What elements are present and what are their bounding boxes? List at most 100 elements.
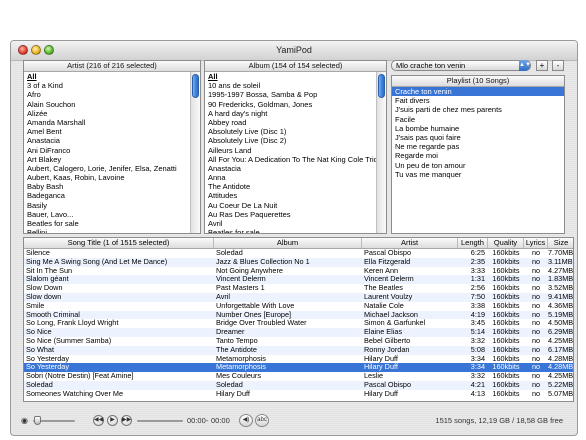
album-list-item[interactable]: Absolutely Live (Disc 2) [205,136,376,145]
playlist-list-item[interactable]: Un peu de ton amour [392,161,564,170]
table-cell: Sit In The Sun [26,266,73,275]
table-row[interactable]: So Nice Dreamer Elaine Elias 5:14 160kbits no… [24,328,573,337]
column-header-3[interactable]: Length [458,238,488,248]
column-header-1[interactable]: Album [214,238,362,248]
remove-playlist-button[interactable]: - [552,60,564,71]
album-list-item[interactable]: Anastacia [205,164,376,173]
album-list-item[interactable]: Anna [205,173,376,182]
album-list-item[interactable]: All For You: A Dedication To The Nat Kin… [205,155,376,164]
artist-scrollbar[interactable] [190,72,200,233]
table-row[interactable]: So Yesterday Metamorphosis Hilary Duff 3:34… [24,355,573,364]
volume-knob[interactable] [34,416,41,425]
artist-list-item[interactable]: Alizée [24,109,190,118]
album-list-item[interactable]: Au Ras Des Paquerettes [205,210,376,219]
playlist-list[interactable]: Crache ton venin Fait divers J'suis parti … [392,87,564,233]
artist-list-item[interactable]: Bauer, Lavo... [24,210,190,219]
artist-pane-header[interactable]: Artist (216 of 216 selected) [24,61,200,72]
album-list-item[interactable]: The Antidote [205,182,376,191]
table-row[interactable]: Smile Unforgettable With Love Natalie Cole… [24,302,573,311]
album-pane-header[interactable]: Album (154 of 154 selected) [205,61,386,72]
lyrics-button[interactable]: abc [255,414,269,427]
album-list-item[interactable]: 90 Fredericks, Goldman, Jones [205,100,376,109]
artist-list-item[interactable]: All [24,72,190,81]
table-row[interactable]: Sobri (Notre Destin) [Feat Amine] Mes Cou… [24,372,573,381]
album-list-item[interactable]: Ailleurs Land [205,146,376,155]
album-list-item[interactable]: All [205,72,376,81]
artist-list-item[interactable]: Badeganca [24,191,190,200]
column-header-2[interactable]: Artist [362,238,458,248]
previous-icon[interactable]: ◀◀ [93,415,104,426]
artist-list[interactable]: All 3 of a Kind Afro Alain Souchon Alizée Ama… [24,72,190,233]
table-row[interactable]: Someones Watching Over Me Hilary Duff Hila… [24,390,573,399]
artist-list-item[interactable]: Aubert, Kaas, Robin, Lavoine [24,173,190,182]
table-cell: 160kbits [492,381,520,389]
playlist-list-item[interactable]: Facile [392,115,564,124]
album-list-item[interactable]: Absolutely Live (Disc 1) [205,127,376,136]
artist-list-item[interactable]: Anastacia [24,136,190,145]
table-row[interactable]: So Long, Frank Lloyd Wright Bridge Over T… [24,319,573,328]
column-header-4[interactable]: Quality [488,238,524,248]
table-cell: 160kbits [492,337,520,345]
column-header-0[interactable]: Song Title (1 of 1515 selected) [24,238,214,248]
table-cell: 6.29MB [548,328,574,337]
table-row[interactable]: Slow down Avril Laurent Voulzy 7:50 160kbits… [24,293,573,302]
table-row[interactable]: So Nice (Summer Samba) Tanto Tempo Bebel G… [24,337,573,346]
album-scrollbar[interactable] [376,72,386,233]
progress-slider[interactable] [137,420,183,422]
table-row[interactable]: Smooth Criminal Number Ones [Europe] Micha… [24,310,573,320]
album-list-item[interactable]: A hard day's night [205,109,376,118]
artist-list-item[interactable]: Baby Bash [24,182,190,191]
artist-list-item[interactable]: Bellini [24,228,190,233]
playlist-list-item[interactable]: La bombe humaine [392,124,564,133]
playlist-list-item[interactable]: Tu vas me manquer [392,170,564,179]
speaker-icon[interactable]: ◀) [239,414,253,427]
table-row[interactable]: So What The Antidote Ronny Jordan 5:08 160kb… [24,345,573,355]
songs-table-body[interactable]: Silence Soledad Pascal Obispo 6:25 160kbits n… [24,249,573,401]
table-row[interactable]: Silence Soledad Pascal Obispo 6:25 160kbits n… [24,249,573,258]
table-row[interactable]: Slow Down Past Masters 1 The Beatles 2:56 16… [24,284,573,293]
artist-list-item[interactable]: Basily [24,201,190,210]
table-row[interactable]: Sit In The Sun Not Going Anywhere Keren An… [24,267,573,276]
table-cell: 160kbits [492,319,520,328]
table-cell: So Long, Frank Lloyd Wright [26,319,119,328]
artist-list-item[interactable]: Beatles for sale [24,219,190,228]
artist-list-item[interactable]: Amel Bent [24,127,190,136]
album-list-item[interactable]: Attitudes [205,191,376,200]
album-list-item[interactable]: 1995-1997 Bossa, Samba & Pop [205,90,376,99]
artist-list-item[interactable]: Alain Souchon [24,100,190,109]
playlist-list-item[interactable]: Fait divers [392,96,564,105]
album-list-item[interactable]: Abbey road [205,118,376,127]
playlist-list-item[interactable]: Ne me regarde pas [392,142,564,151]
scroll-thumb[interactable] [378,74,385,98]
artist-list-item[interactable]: Afro [24,90,190,99]
play-icon[interactable]: ▶ [107,415,118,426]
next-icon[interactable]: ▶▶ [121,415,132,426]
album-list-item[interactable]: 10 ans de soleil [205,81,376,90]
scroll-thumb[interactable] [192,74,199,98]
album-list[interactable]: All 10 ans de soleil 1995-1997 Bossa, Samb… [205,72,376,233]
playlist-dropdown[interactable]: Mlo crache ton venin ▲▼ [391,60,531,71]
add-playlist-button[interactable]: + [536,60,548,71]
playlist-list-item[interactable]: Crache ton venin [392,87,564,97]
album-list-item[interactable]: Beatles for sale [205,228,376,233]
artist-list-item[interactable]: Amanda Marshall [24,118,190,127]
album-list-item[interactable]: Au Coeur De La Nuit [205,201,376,210]
column-header-5[interactable]: Lyrics [524,238,548,248]
album-list-item[interactable]: Avril [205,219,376,228]
playlist-list-item[interactable]: Regarde moi [392,151,564,160]
table-row[interactable]: Slalom géant Vincent Delerm Vincent Delerm… [24,275,573,285]
column-header-6[interactable]: Size [548,238,573,248]
playlist-list-item[interactable]: J'suis parti de chez mes parents [392,105,564,114]
artist-list-item[interactable]: 3 of a Kind [24,81,190,90]
time-remaining: 00:00 [211,416,230,425]
artist-list-item[interactable]: Ani DiFranco [24,146,190,155]
artist-list-item[interactable]: Aubert, Calogero, Lorie, Jenifer, Elsa, … [24,164,190,173]
table-cell: no [531,363,541,372]
table-row[interactable]: So Yesterday Metamorphosis Hilary Duff 3:34… [24,363,573,373]
playlist-list-item[interactable]: J'sais pas quoi faire [392,133,564,142]
table-cell: 1:31 [470,275,485,284]
artist-list-item[interactable]: Art Blakey [24,155,190,164]
table-cell: Pascal Obispo [364,249,412,257]
table-row[interactable]: Sing Me A Swing Song (And Let Me Dance) J… [24,257,573,267]
table-row[interactable]: Soledad Soledad Pascal Obispo 4:21 160kbits n… [24,381,573,390]
